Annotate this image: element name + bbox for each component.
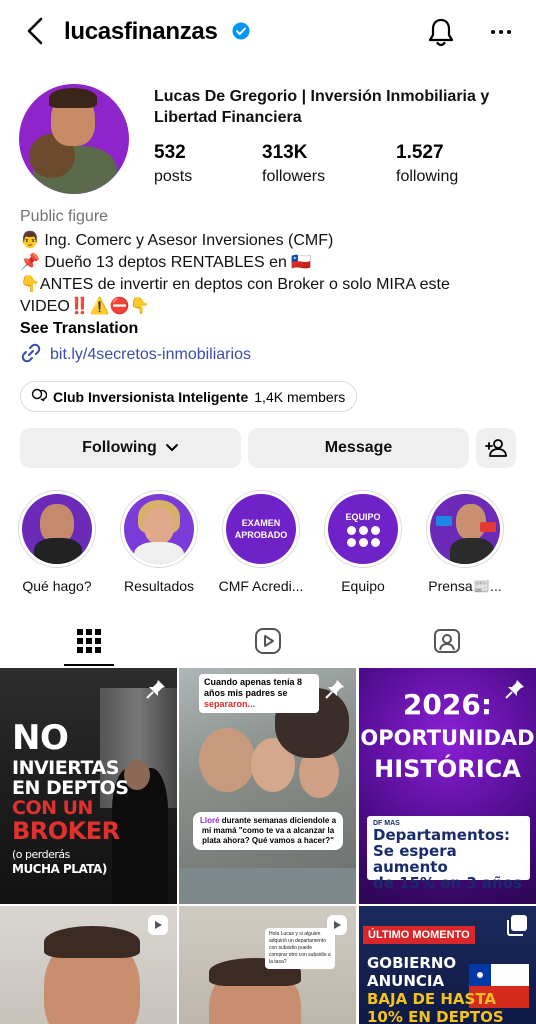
highlight-inner-text: EQUIPO [345, 512, 381, 522]
reels-icon [147, 914, 169, 936]
following-button[interactable]: Following [20, 428, 241, 468]
grid-icon [76, 628, 102, 659]
club-name: Club Inversionista Inteligente [53, 388, 249, 405]
stat-followers-count: 313K [262, 142, 308, 163]
post-text: 10% EN DEPTOS [367, 1008, 504, 1024]
stat-posts-count: 532 [154, 142, 186, 163]
post-text: Departamentos: [373, 826, 511, 844]
post-caption-box: Cuando apenas tenía 8 años mis padres se… [199, 674, 319, 713]
post-text: Hola Lucas y si alguien adquirió un depa… [269, 931, 331, 965]
post-text: MUCHA PLATA) [12, 862, 107, 876]
pin-icon [145, 678, 167, 700]
top-bar: lucasfinanzas [0, 0, 536, 64]
stat-followers-label: followers [262, 168, 326, 185]
highlight-label: Equipo [341, 578, 385, 594]
verified-badge-icon [232, 22, 250, 40]
chat-bubbles-icon [31, 387, 48, 406]
post-thumbnail[interactable]: Cuando apenas tenía 8 años mis padres se… [179, 668, 356, 904]
stat-following[interactable]: 1.527 following [396, 142, 458, 188]
tagged-icon [433, 627, 461, 660]
message-button-label: Message [324, 439, 393, 456]
post-text: Se espera aumento [373, 842, 457, 876]
see-translation-link[interactable]: See Translation [20, 320, 138, 338]
highlight-equipo[interactable]: EQUIPO Equipo [318, 490, 408, 594]
post-thumbnail[interactable] [0, 906, 177, 1024]
post-text: ANUNCIA [367, 972, 445, 990]
bell-icon[interactable] [426, 16, 456, 48]
highlight-resultados[interactable]: Resultados [114, 490, 204, 594]
post-text: INVIERTAS [12, 757, 119, 779]
stat-following-count: 1.527 [396, 142, 444, 163]
post-text: OPORTUNIDAD [360, 726, 535, 750]
highlight-label: Resultados [123, 578, 195, 594]
post-text: BAJA DE HASTA 10% EN DEPTOS [367, 990, 504, 1024]
post-text: BAJA DE HASTA [367, 990, 497, 1008]
tab-active-indicator [64, 664, 114, 666]
tab-posts[interactable] [0, 620, 178, 666]
post-text: separaron... [204, 699, 256, 709]
post-text: ÚLTIMO MOMENTO [363, 926, 475, 944]
club-chip[interactable]: Club Inversionista Inteligente 1,4K memb… [20, 381, 358, 412]
stat-posts[interactable]: 532 posts [154, 142, 192, 188]
club-members: 1,4K members [254, 388, 346, 405]
bio-line: 👇ANTES de invertir en deptos con Broker … [20, 276, 450, 315]
tab-tagged[interactable] [358, 620, 536, 666]
profile-username: lucasfinanzas [64, 18, 218, 45]
more-icon[interactable] [488, 20, 514, 44]
post-text: de 15% en 3 años [373, 874, 523, 892]
post-thumbnail[interactable]: ÚLTIMO MOMENTO GOBIERNO ANUNCIA BAJA DE H… [359, 906, 536, 1024]
post-text: Lloré [199, 816, 220, 825]
post-text: HISTÓRICA [374, 755, 521, 783]
carousel-icon [506, 914, 528, 936]
following-button-label: Following [82, 439, 157, 456]
post-text: CON UN [12, 797, 93, 819]
post-text: EN DEPTOS [12, 777, 129, 799]
chevron-down-icon [165, 443, 179, 453]
profile-category: Public figure [20, 208, 109, 225]
post-text: GOBIERNO ANUNCIA [367, 954, 456, 990]
post-text: durante semanas diciendole a mi mamá "co… [201, 816, 337, 845]
highlight-que-hago[interactable]: Qué hago? [12, 490, 102, 594]
pin-icon [324, 678, 346, 700]
highlight-prensa[interactable]: Prensa📰... [420, 490, 510, 595]
reels-icon [254, 627, 282, 660]
post-caption-box: Hola Lucas y si alguien adquirió un depa… [265, 928, 335, 969]
stat-following-label: following [396, 168, 459, 185]
posts-grid: NO INVIERTAS EN DEPTOS CON UN BROKER (o … [0, 668, 536, 1024]
post-text: (o perderás [12, 848, 70, 861]
suggested-users-button[interactable] [476, 428, 516, 468]
post-caption-box: DF MAS Departamentos: Se espera aumento … [367, 816, 530, 891]
highlight-label: Prensa📰... [428, 578, 502, 594]
profile-tabs [0, 620, 536, 666]
bio-line: 👨 Ing. Comerc y Asesor Inversiones (CMF) [20, 232, 334, 249]
bio-link-text: bit.ly/4secretos-inmobiliarios [50, 346, 251, 363]
reels-icon [326, 914, 348, 936]
link-icon [20, 342, 42, 369]
stat-posts-label: posts [154, 168, 193, 185]
tab-reels[interactable] [179, 620, 357, 666]
post-text: BROKER [12, 817, 120, 845]
profile-full-name: Lucas De Gregorio | Inversión Inmobiliar… [154, 88, 490, 126]
stat-followers[interactable]: 313K followers [262, 142, 325, 188]
post-text: NO [12, 718, 69, 758]
post-text: GOBIERNO [367, 954, 457, 972]
post-thumbnail[interactable]: NO INVIERTAS EN DEPTOS CON UN BROKER (o … [0, 668, 177, 904]
highlight-label: Qué hago? [22, 578, 92, 594]
add-user-icon [485, 438, 507, 458]
post-caption-box: Lloré durante semanas diciendole a mi ma… [193, 812, 343, 850]
highlight-label: CMF Acredi... [218, 578, 304, 594]
pin-icon [504, 678, 526, 700]
post-thumbnail[interactable]: 2026: OPORTUNIDAD HISTÓRICA DF MAS Depar… [359, 668, 536, 904]
bio-link[interactable]: bit.ly/4secretos-inmobiliarios [20, 342, 251, 369]
profile-avatar[interactable] [19, 84, 129, 194]
post-text: Cuando apenas tenía 8 años mis padres se [204, 677, 303, 698]
bio-line: 📌 Dueño 13 deptos RENTABLES en 🇨🇱 [20, 254, 312, 271]
back-arrow-icon[interactable] [20, 16, 50, 46]
highlight-cmf[interactable]: EXAMEN APROBADO CMF Acredi... [216, 490, 306, 594]
post-thumbnail[interactable]: Hola Lucas y si alguien adquirió un depa… [179, 906, 356, 1024]
message-button[interactable]: Message [248, 428, 469, 468]
highlight-inner-text: EXAMEN APROBADO [234, 518, 288, 540]
